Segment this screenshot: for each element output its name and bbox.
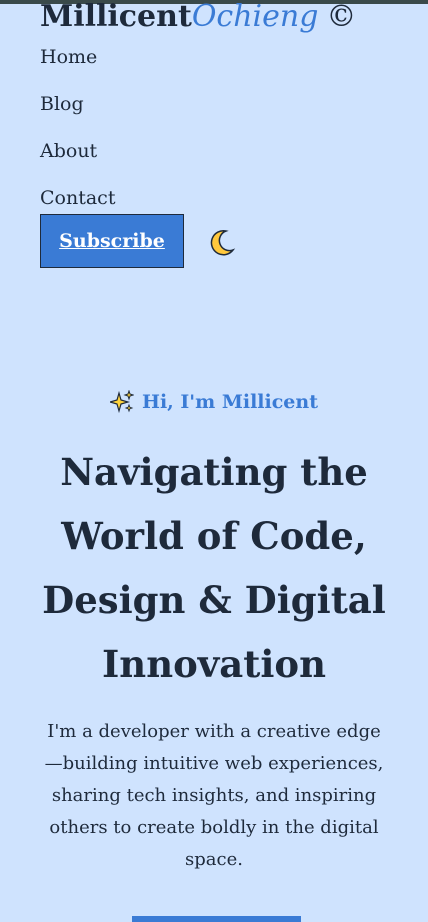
hero-greeting: Hi, I'm Millicent: [142, 391, 318, 413]
nav-item-about[interactable]: About: [40, 138, 115, 164]
hero-title: Navigating the World of Code, Design & D…: [42, 450, 386, 686]
subscribe-button[interactable]: Subscribe: [40, 214, 184, 268]
hero-eyebrow: Hi, I'm Millicent: [0, 390, 428, 414]
hero-description: I'm a developer with a creative edge—bui…: [44, 721, 384, 870]
logo-last-name: Ochieng: [191, 0, 319, 34]
moon-icon[interactable]: [206, 228, 236, 258]
sparkles-icon: [110, 390, 134, 414]
nav-item-home[interactable]: Home: [40, 44, 115, 70]
copyright-mark: ©: [326, 0, 357, 34]
nav-item-contact[interactable]: Contact: [40, 185, 115, 211]
site-logo[interactable]: MillicentOchieng ©: [40, 0, 356, 34]
logo-first-name: Millicent: [40, 0, 192, 34]
nav-item-blog[interactable]: Blog: [40, 91, 115, 117]
main-nav: Home Blog About Contact: [40, 44, 115, 232]
hero-cta-button[interactable]: [132, 916, 301, 922]
